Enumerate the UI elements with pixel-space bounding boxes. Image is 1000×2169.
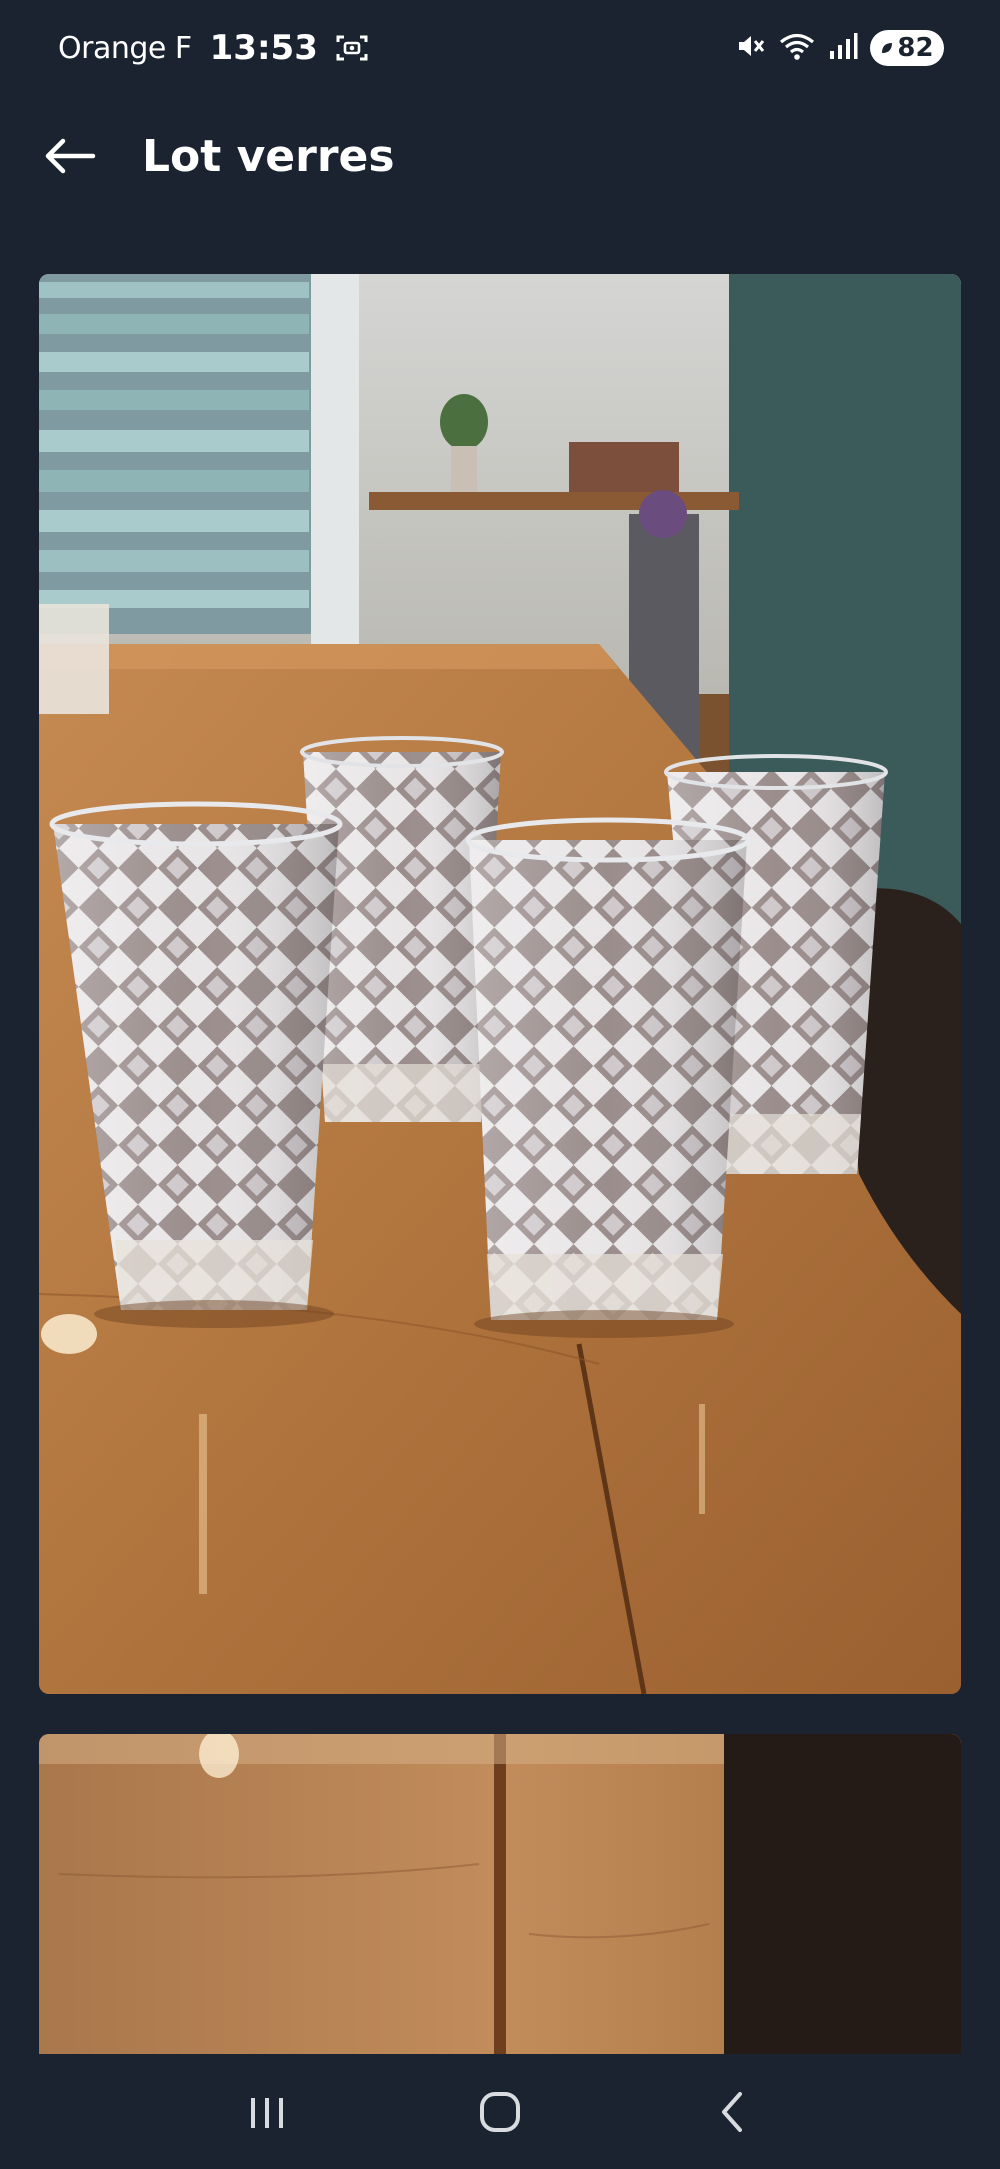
window-blinds (39, 282, 309, 608)
mute-icon (734, 30, 766, 67)
battery-indicator: 82 (870, 30, 944, 66)
back-button[interactable] (38, 124, 102, 188)
status-icons: 82 (734, 30, 944, 67)
app-bar: Lot verres (0, 96, 1000, 216)
battery-level: 82 (897, 33, 934, 63)
carrier-label: Orange F (58, 30, 192, 66)
page-title: Lot verres (142, 130, 395, 182)
screenshot-icon (334, 32, 370, 64)
glass-front-right (465, 817, 751, 1320)
photo-gallery (39, 274, 961, 2054)
product-photo[interactable] (39, 274, 961, 1694)
signal-icon (828, 31, 858, 66)
home-icon (479, 2091, 520, 2132)
clock: 13:53 (209, 28, 318, 68)
home-button[interactable] (455, 2067, 545, 2157)
app-screen: Orange F 13:53 82 Lot verres (0, 0, 1000, 2169)
chevron-left-icon (722, 2091, 743, 2132)
recent-apps-icon (250, 2097, 283, 2128)
arrow-left-icon (45, 138, 96, 174)
wifi-icon (778, 30, 816, 67)
nav-back-button[interactable] (688, 2067, 778, 2157)
product-photo[interactable] (39, 1734, 961, 2054)
status-bar: Orange F 13:53 82 (0, 0, 1000, 96)
system-navigation-bar (0, 2054, 1000, 2169)
recent-apps-button[interactable] (222, 2067, 312, 2157)
battery-saver-icon (882, 43, 893, 53)
